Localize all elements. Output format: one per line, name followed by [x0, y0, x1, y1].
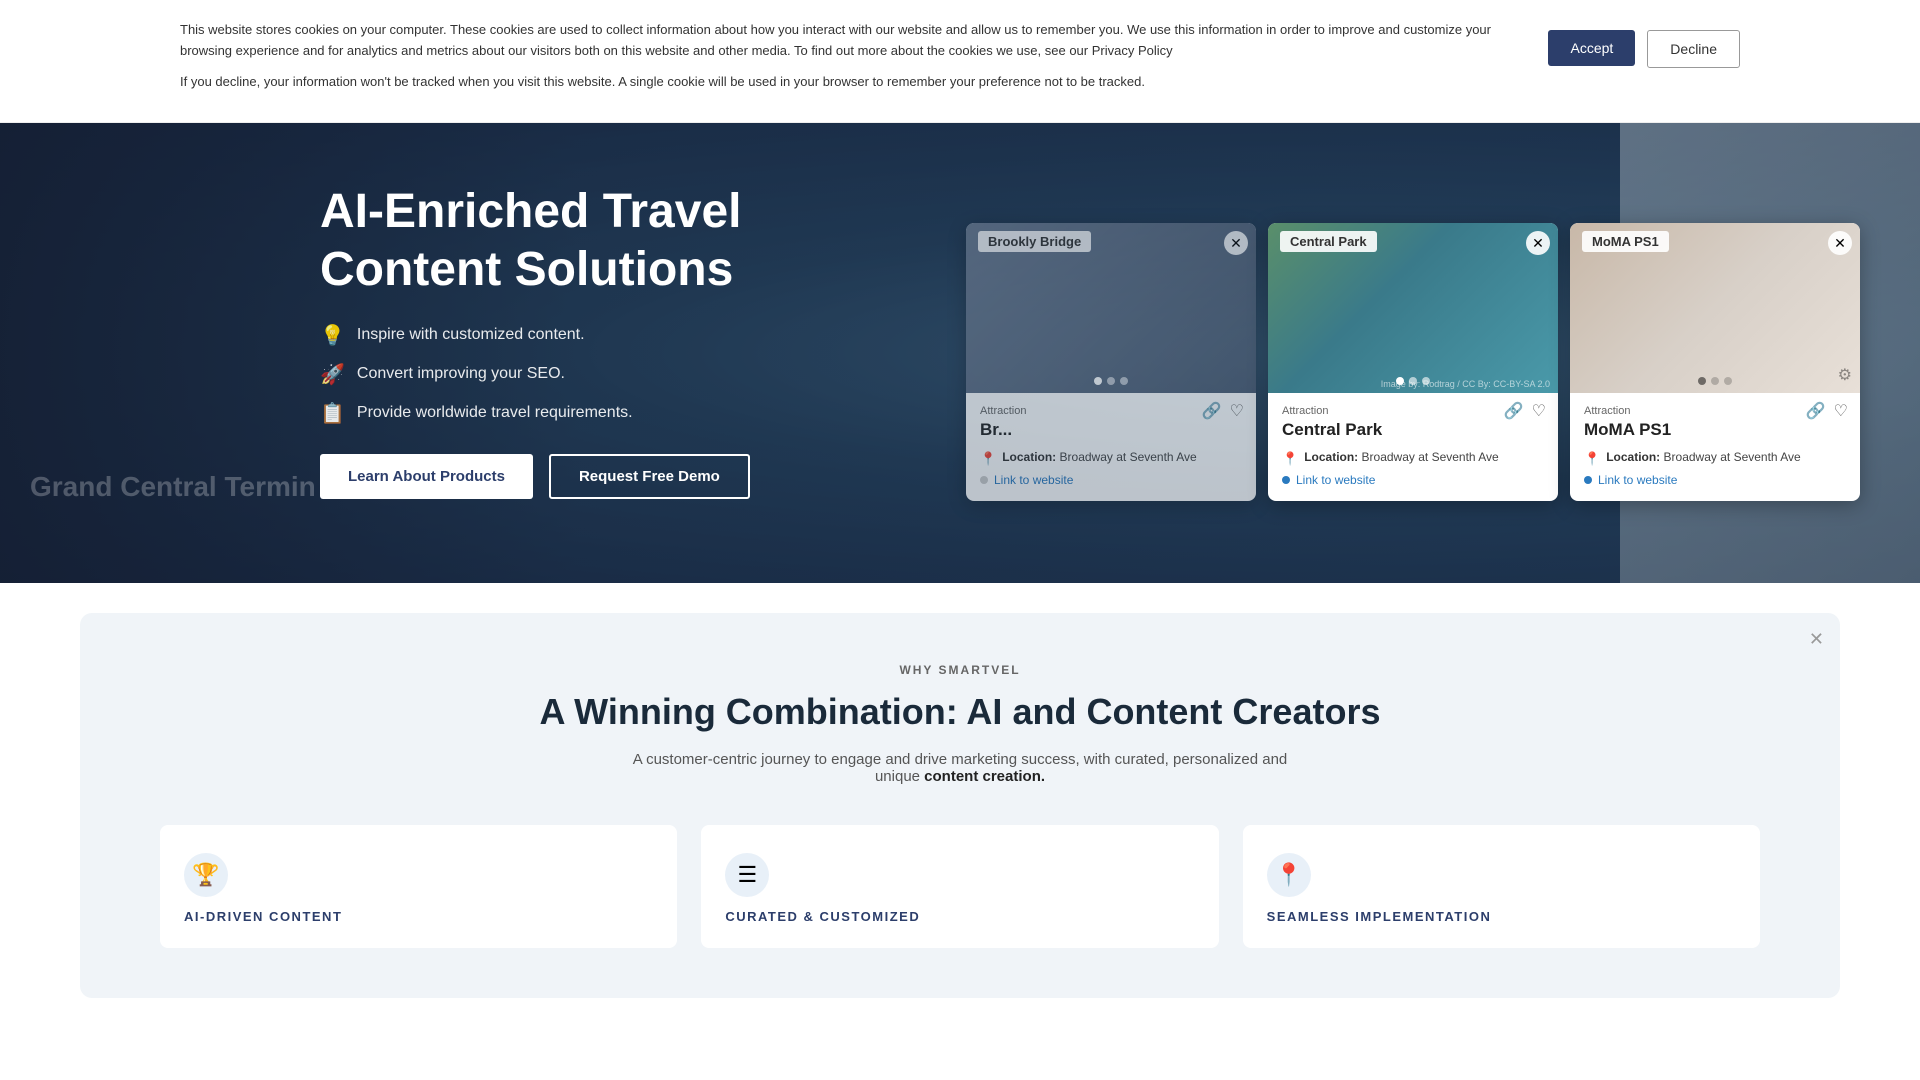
why-title: A Winning Combination: AI and Content Cr…: [160, 691, 1760, 733]
brooklyn-location: 📍 Location: Broadway at Seventh Ave: [980, 450, 1242, 467]
moma-heart-icon[interactable]: ♡: [1834, 401, 1848, 421]
moma-title-bar: MoMA PS1: [1582, 231, 1669, 252]
central-park-location: 📍 Location: Broadway at Seventh Ave: [1282, 450, 1544, 467]
ai-driven-title: AI-DRIVEN CONTENT: [184, 909, 653, 924]
provide-icon: 📋: [320, 401, 345, 426]
central-park-website: Link to website: [1282, 473, 1544, 487]
central-park-location-text: Location: Broadway at Seventh Ave: [1304, 450, 1499, 464]
why-description: A customer-centric journey to engage and…: [610, 751, 1310, 785]
moma-settings-icon[interactable]: ⚙: [1838, 365, 1852, 385]
brooklyn-link-dot: [980, 476, 988, 484]
moma-website: Link to website: [1584, 473, 1846, 487]
seamless-icon-wrap: 📍: [1267, 853, 1311, 897]
moma-location: 📍 Location: Broadway at Seventh Ave: [1584, 450, 1846, 467]
central-park-location-label: Location:: [1304, 450, 1358, 464]
curated-icon: ☰: [737, 862, 757, 888]
brooklyn-link[interactable]: Link to website: [994, 473, 1073, 487]
hero-feature-3-text: Provide worldwide travel requirements.: [357, 404, 633, 422]
moma-dot-1: [1698, 377, 1706, 385]
feature-card-ai: 🏆 AI-DRIVEN CONTENT: [160, 825, 677, 948]
moma-location-icon: 📍: [1584, 451, 1600, 467]
brooklyn-location-icon: 📍: [980, 451, 996, 467]
moma-image: MoMA PS1 ✕ ⚙: [1570, 223, 1860, 393]
seamless-icon: 📍: [1275, 862, 1302, 888]
central-park-heart-icon[interactable]: ♡: [1532, 401, 1546, 421]
brooklyn-location-label: Location:: [1002, 450, 1056, 464]
brooklyn-dot-1: [1094, 377, 1102, 385]
hero-feature-2-text: Convert improving your SEO.: [357, 365, 565, 383]
poi-cards-overlay: Brookly Bridge ✕ 🔗 ♡ Attraction Br... 📍: [966, 223, 1860, 501]
why-desc-strong: content creation.: [924, 768, 1045, 785]
moma-location-value: Broadway at Seventh Ave: [1664, 450, 1801, 464]
hero-section: Grand Central Termin AI-Enriched Travel …: [0, 123, 1920, 583]
brooklyn-link-icon[interactable]: 🔗: [1202, 401, 1222, 421]
central-park-location-icon: 📍: [1282, 451, 1298, 467]
cookie-paragraph-2: If you decline, your information won't b…: [180, 72, 1508, 93]
ai-driven-icon: 🏆: [192, 862, 219, 888]
feature-card-seamless: 📍 SEAMLESS IMPLEMENTATION: [1243, 825, 1760, 948]
central-park-link-icon[interactable]: 🔗: [1504, 401, 1524, 421]
hero-feature-1-text: Inspire with customized content.: [357, 326, 585, 344]
moma-actions: 🔗 ♡: [1806, 401, 1848, 421]
brooklyn-dot-3: [1120, 377, 1128, 385]
brooklyn-dot-2: [1107, 377, 1115, 385]
moma-dot-2: [1711, 377, 1719, 385]
cookie-text: This website stores cookies on your comp…: [180, 20, 1508, 102]
learn-products-button[interactable]: Learn About Products: [320, 454, 533, 499]
brooklyn-actions: 🔗 ♡: [1202, 401, 1244, 421]
why-close-button[interactable]: ✕: [1809, 629, 1824, 650]
brooklyn-card-image: Brookly Bridge ✕: [966, 223, 1256, 393]
feature-card-curated: ☰ CURATED & CUSTOMIZED: [701, 825, 1218, 948]
seamless-title: SEAMLESS IMPLEMENTATION: [1267, 909, 1736, 924]
brooklyn-website: Link to website: [980, 473, 1242, 487]
cookie-paragraph-1: This website stores cookies on your comp…: [180, 20, 1508, 62]
central-park-actions: 🔗 ♡: [1504, 401, 1546, 421]
brooklyn-location-text: Location: Broadway at Seventh Ave: [1002, 450, 1197, 464]
moma-dots: [1698, 377, 1732, 385]
brooklyn-location-value: Broadway at Seventh Ave: [1060, 450, 1197, 464]
curated-icon-wrap: ☰: [725, 853, 769, 897]
convert-icon: 🚀: [320, 362, 345, 387]
moma-link-dot: [1584, 476, 1592, 484]
central-park-link[interactable]: Link to website: [1296, 473, 1375, 487]
cookie-banner: This website stores cookies on your comp…: [0, 0, 1920, 123]
poi-card-brooklyn: Brookly Bridge ✕ 🔗 ♡ Attraction Br... 📍: [966, 223, 1256, 501]
central-park-close-button[interactable]: ✕: [1526, 231, 1550, 255]
accept-button[interactable]: Accept: [1548, 30, 1635, 66]
moma-location-text: Location: Broadway at Seventh Ave: [1606, 450, 1801, 464]
why-subtitle: WHY SMARTVEL: [160, 663, 1760, 677]
hero-title: AI-Enriched Travel Content Solutions: [320, 183, 840, 298]
brooklyn-heart-icon[interactable]: ♡: [1230, 401, 1244, 421]
central-park-name: Central Park: [1282, 420, 1544, 440]
poi-card-moma: MoMA PS1 ✕ ⚙ 🔗 ♡ Attraction MoMA PS1 📍: [1570, 223, 1860, 501]
inspire-icon: 💡: [320, 323, 345, 348]
moma-location-label: Location:: [1606, 450, 1660, 464]
cookie-buttons: Accept Decline: [1548, 20, 1740, 68]
central-park-image: Central Park ✕ Image by: Rodtrag / CC By…: [1268, 223, 1558, 393]
ai-icon-wrap: 🏆: [184, 853, 228, 897]
central-park-link-dot: [1282, 476, 1290, 484]
brooklyn-dots: [1094, 377, 1128, 385]
features-row: 🏆 AI-DRIVEN CONTENT ☰ CURATED & CUSTOMIZ…: [160, 825, 1760, 948]
moma-close-button[interactable]: ✕: [1828, 231, 1852, 255]
curated-title: CURATED & CUSTOMIZED: [725, 909, 1194, 924]
decline-button[interactable]: Decline: [1647, 30, 1740, 68]
moma-link-icon[interactable]: 🔗: [1806, 401, 1826, 421]
central-park-location-value: Broadway at Seventh Ave: [1362, 450, 1499, 464]
central-park-attribution: Image by: Rodtrag / CC By: CC-BY-SA 2.0: [1381, 379, 1550, 389]
request-demo-button[interactable]: Request Free Demo: [549, 454, 750, 499]
poi-card-central-park: Central Park ✕ Image by: Rodtrag / CC By…: [1268, 223, 1558, 501]
central-park-title-bar: Central Park: [1280, 231, 1377, 252]
why-section: ✕ WHY SMARTVEL A Winning Combination: AI…: [80, 613, 1840, 998]
moma-dot-3: [1724, 377, 1732, 385]
moma-name: MoMA PS1: [1584, 420, 1846, 440]
brooklyn-name: Br...: [980, 420, 1242, 440]
brooklyn-close-button[interactable]: ✕: [1224, 231, 1248, 255]
moma-link[interactable]: Link to website: [1598, 473, 1677, 487]
brooklyn-title-bar: Brookly Bridge: [978, 231, 1091, 252]
